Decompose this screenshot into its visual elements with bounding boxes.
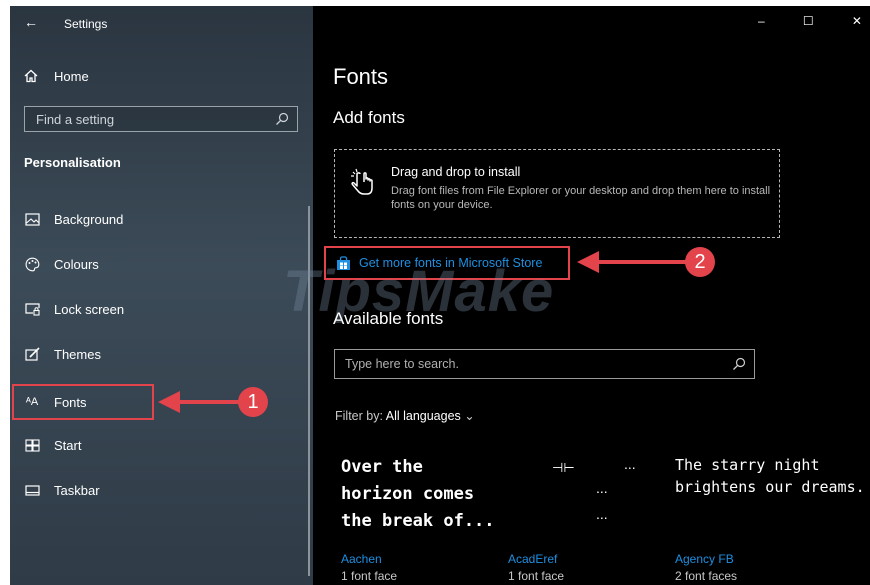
font-face-count: 1 font face bbox=[508, 569, 565, 583]
brush-icon bbox=[24, 346, 40, 362]
font-search-input[interactable]: Type here to search. bbox=[334, 349, 755, 379]
font-name: Agency FB bbox=[675, 552, 734, 566]
fonts-highlight-box bbox=[12, 384, 154, 420]
chevron-down-icon: ⌄ bbox=[464, 409, 475, 423]
sidebar-item-colours[interactable]: Colours bbox=[10, 246, 313, 282]
filter-label: Filter by: bbox=[335, 409, 383, 423]
filter-value: All languages bbox=[385, 409, 461, 423]
drop-title: Drag and drop to install bbox=[391, 165, 521, 179]
sidebar-item-themes[interactable]: Themes bbox=[10, 336, 313, 372]
callout-badge-2: 2 bbox=[685, 247, 715, 277]
preview-line: brightens our dreams. bbox=[675, 478, 865, 496]
preview-line: ... bbox=[596, 480, 608, 496]
preview-line: ... bbox=[624, 456, 636, 472]
add-fonts-heading: Add fonts bbox=[333, 108, 405, 127]
sidebar-item-home[interactable]: Home bbox=[24, 64, 89, 88]
back-arrow-icon[interactable]: ← bbox=[24, 14, 38, 30]
find-setting-placeholder: Find a setting bbox=[36, 111, 115, 127]
settings-window: ← Settings Home Find a setting Personali… bbox=[10, 6, 870, 585]
maximize-button[interactable]: ☐ bbox=[803, 14, 814, 28]
preview-line: ... bbox=[596, 506, 608, 522]
font-name: AcadEref bbox=[508, 552, 558, 566]
font-card-agency-fb[interactable]: The starry night brightens our dreams. A… bbox=[675, 454, 865, 584]
sidebar-item-label: Colours bbox=[54, 256, 99, 272]
sidebar-item-label: Taskbar bbox=[54, 482, 100, 498]
window-controls: – ☐ ✕ bbox=[740, 6, 870, 36]
picture-icon bbox=[24, 211, 40, 227]
search-icon bbox=[276, 112, 289, 125]
font-preview: The starry night brightens our dreams. bbox=[675, 454, 865, 549]
font-card-aachen[interactable]: Over the horizon comes the break of... A… bbox=[341, 454, 501, 584]
available-fonts-heading: Available fonts bbox=[333, 309, 444, 328]
sidebar-item-label: Start bbox=[54, 437, 82, 453]
preview-line: horizon comes bbox=[341, 484, 475, 504]
search-icon bbox=[733, 357, 746, 370]
sidebar-item-label: Background bbox=[54, 211, 124, 227]
sidebar-item-start[interactable]: Start bbox=[10, 427, 313, 463]
callout-arrowhead-1 bbox=[158, 391, 180, 413]
taskbar-icon bbox=[24, 482, 40, 498]
preview-line: The starry night bbox=[675, 456, 820, 474]
preview-line: the break of... bbox=[341, 511, 495, 531]
font-preview: Over the horizon comes the break of... bbox=[341, 454, 501, 549]
drop-description: Drag font files from File Explorer or yo… bbox=[391, 185, 771, 211]
section-title: Personalisation bbox=[24, 155, 121, 170]
font-face-count: 1 font face bbox=[341, 569, 398, 583]
home-label: Home bbox=[54, 68, 89, 84]
preview-line: Over the bbox=[341, 457, 423, 477]
home-icon bbox=[24, 69, 38, 83]
palette-icon bbox=[24, 256, 40, 272]
font-card-acadeREF[interactable]: ⊣⊢ ... ... ... AcadEref 1 font face bbox=[508, 454, 668, 584]
font-search-placeholder: Type here to search. bbox=[345, 357, 459, 371]
callout-badge-1: 1 bbox=[238, 387, 268, 417]
hand-pointer-icon bbox=[351, 168, 373, 195]
sidebar-item-label: Themes bbox=[54, 346, 101, 362]
callout-arrow-1 bbox=[178, 400, 240, 404]
main-content: – ☐ ✕ Fonts Add fonts Drag and drop to i… bbox=[283, 6, 870, 585]
sidebar-item-label: Lock screen bbox=[54, 301, 125, 317]
close-button[interactable]: ✕ bbox=[852, 14, 862, 28]
lock-screen-icon bbox=[24, 301, 40, 317]
font-face-count: 2 font faces bbox=[675, 569, 738, 583]
preview-line: ⊣⊢ bbox=[552, 460, 575, 475]
page-title: Fonts bbox=[333, 64, 389, 89]
sidebar-item-background[interactable]: Background bbox=[10, 201, 313, 237]
font-name: Aachen bbox=[341, 552, 382, 566]
sidebar-item-lock-screen[interactable]: Lock screen bbox=[10, 291, 313, 327]
drop-zone[interactable]: Drag and drop to install Drag font files… bbox=[334, 149, 780, 238]
minimize-button[interactable]: – bbox=[758, 14, 765, 28]
font-preview: ⊣⊢ ... ... ... bbox=[508, 454, 668, 549]
title-bar-left: ← Settings bbox=[10, 6, 313, 42]
callout-arrowhead-2 bbox=[577, 251, 599, 273]
callout-arrow-2 bbox=[597, 260, 689, 264]
app-title: Settings bbox=[64, 17, 108, 31]
find-setting-input[interactable]: Find a setting bbox=[24, 106, 298, 132]
language-filter[interactable]: Filter by: All languages ⌄ bbox=[335, 408, 475, 423]
start-icon bbox=[24, 437, 40, 453]
sidebar-item-taskbar[interactable]: Taskbar bbox=[10, 472, 313, 508]
sidebar: ← Settings Home Find a setting Personali… bbox=[10, 6, 313, 585]
